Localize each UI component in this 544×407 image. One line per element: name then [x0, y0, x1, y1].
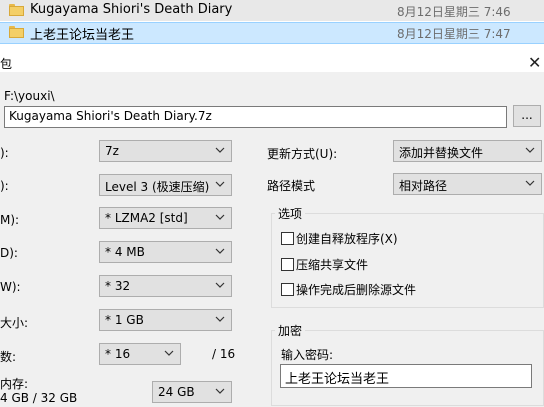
explorer-file-list: Kugayama Shiori's Death Diary 8月12日星期三 7… [0, 0, 544, 44]
shared-files-label[interactable]: 压缩共享文件 [296, 256, 368, 273]
chevron-down-icon [214, 211, 226, 223]
memory-usage: 4 GB / 32 GB [0, 391, 78, 405]
shared-files-checkbox[interactable] [281, 258, 294, 271]
options-title: 选项 [275, 205, 306, 222]
update-mode-label: 更新方式(U): [267, 147, 338, 161]
chevron-down-icon [214, 144, 226, 156]
method-label: M): [0, 213, 20, 227]
memory-select[interactable]: 24 GB [152, 381, 232, 403]
chevron-down-icon [524, 144, 536, 156]
memory-value: 24 GB [158, 385, 195, 399]
browse-button[interactable]: ... [513, 105, 541, 127]
method-value: * LZMA2 [std] [105, 211, 188, 225]
threads-value: * 16 [105, 347, 131, 361]
folder-icon [9, 26, 24, 38]
file-name: 上老王论坛当老王 [30, 28, 135, 43]
sfx-label[interactable]: 创建自释放程序(X) [296, 230, 398, 247]
threads-total: / 16 [212, 347, 236, 361]
sfx-checkbox[interactable] [281, 232, 294, 245]
delete-after-checkbox[interactable] [281, 283, 294, 296]
level-label: ): [0, 179, 9, 193]
close-icon[interactable]: ✕ [528, 53, 541, 72]
threads-label: 数: [0, 350, 17, 364]
file-date: 8月12日星期三 7:46 [397, 5, 511, 19]
solid-block-select[interactable]: * 1 GB [99, 309, 232, 331]
archive-path-label: F:\youxi\ [4, 89, 55, 103]
chevron-down-icon [214, 279, 226, 291]
dialog-title-bar: 包 ✕ [0, 44, 544, 72]
chevron-down-icon [214, 385, 226, 397]
update-mode-value: 添加并替换文件 [399, 146, 484, 160]
method-select[interactable]: * LZMA2 [std] [99, 207, 232, 229]
path-mode-value: 相对路径 [399, 179, 448, 193]
chevron-down-icon [214, 178, 226, 190]
path-mode-label: 路径模式 [267, 179, 316, 193]
password-input[interactable]: 上老王论坛当老王 [280, 364, 532, 388]
password-label: 输入密码: [281, 348, 334, 362]
file-name: Kugayama Shiori's Death Diary [30, 2, 233, 17]
update-mode-select[interactable]: 添加并替换文件 [393, 140, 542, 162]
chevron-down-icon [524, 177, 536, 189]
file-date: 8月12日星期三 7:47 [397, 27, 511, 41]
dictionary-value: * 4 MB [105, 245, 145, 259]
word-size-select[interactable]: * 32 [99, 275, 232, 297]
encryption-title: 加密 [275, 322, 306, 339]
chevron-down-icon [214, 313, 226, 325]
threads-select[interactable]: * 16 [99, 343, 181, 365]
format-label: ): [0, 146, 9, 160]
level-select[interactable]: Level 3 (极速压缩) [99, 174, 232, 196]
dictionary-select[interactable]: * 4 MB [99, 241, 232, 263]
word-size-value: * 32 [105, 279, 131, 293]
solid-label: 大小: [0, 316, 29, 330]
file-row-laowang[interactable]: 上老王论坛当老王 8月12日星期三 7:47 [0, 22, 544, 44]
delete-after-label[interactable]: 操作完成后删除源文件 [296, 281, 416, 298]
chevron-down-icon [214, 245, 226, 257]
word-label: W): [0, 280, 21, 294]
dict-label: D): [0, 246, 18, 260]
solid-block-value: * 1 GB [105, 313, 144, 327]
dialog-title: 包 [0, 57, 13, 71]
format-select[interactable]: 7z [99, 140, 232, 162]
chevron-down-icon [163, 347, 175, 359]
format-value: 7z [105, 144, 119, 158]
file-row-kugayama[interactable]: Kugayama Shiori's Death Diary 8月12日星期三 7… [0, 0, 544, 21]
path-mode-select[interactable]: 相对路径 [393, 173, 542, 195]
folder-icon [9, 4, 24, 16]
level-value: Level 3 (极速压缩) [105, 180, 210, 194]
memory-label: 内存: [0, 377, 29, 391]
archive-name-input[interactable]: Kugayama Shiori's Death Diary.7z [4, 106, 507, 128]
